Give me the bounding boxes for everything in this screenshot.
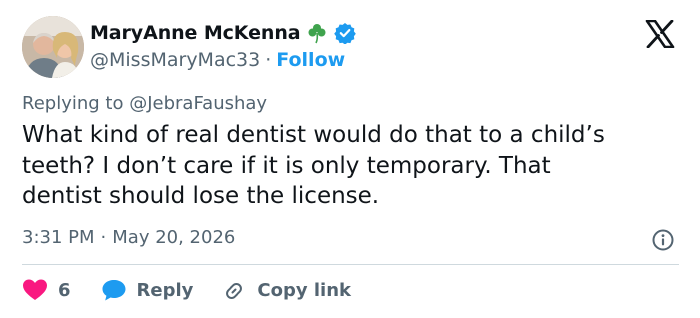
follow-button[interactable]: Follow xyxy=(276,49,345,71)
replying-to-label: Replying to xyxy=(22,93,124,114)
reply-mention-link[interactable]: @JebraFaushay xyxy=(129,93,267,114)
chat-bubble-icon xyxy=(101,278,127,302)
tweet-text-line: dentist should lose the license. xyxy=(22,183,380,209)
tweet-text-line: What kind of real dentist would do that … xyxy=(22,122,605,148)
name-row: MaryAnne McKenna xyxy=(90,20,357,46)
like-count: 6 xyxy=(58,279,71,301)
x-logo-icon[interactable] xyxy=(645,19,675,49)
copy-link-label: Copy link xyxy=(257,279,351,301)
replying-to: Replying to @JebraFaushay xyxy=(22,93,267,114)
reply-label: Reply xyxy=(136,279,194,301)
tweet-date: May 20, 2026 xyxy=(112,227,236,248)
reply-button[interactable]: Reply xyxy=(101,278,194,302)
shamrock-icon xyxy=(306,22,328,44)
separator-dot: · xyxy=(265,49,272,71)
avatar[interactable] xyxy=(22,16,84,78)
separator-dot: · xyxy=(100,227,107,248)
like-button[interactable]: 6 xyxy=(22,278,71,302)
action-bar: 6 Reply Copy link xyxy=(22,276,351,304)
timestamp[interactable]: 3:31 PM · May 20, 2026 xyxy=(22,227,235,248)
copy-link-button[interactable]: Copy link xyxy=(221,278,351,302)
tweet-card: MaryAnne McKenna @MissMaryMac33 · Follow… xyxy=(0,0,700,318)
verified-badge-icon xyxy=(334,22,357,45)
handle-row: @MissMaryMac33 · Follow xyxy=(90,47,345,73)
info-icon[interactable] xyxy=(651,228,675,252)
link-icon xyxy=(221,278,247,302)
heart-icon xyxy=(22,278,48,302)
divider xyxy=(22,264,679,265)
tweet-text-line: teeth? I don’t care if it is only tempor… xyxy=(22,152,551,179)
tweet-time: 3:31 PM xyxy=(22,227,95,248)
tweet-text: What kind of real dentist would do that … xyxy=(22,120,682,212)
user-handle[interactable]: @MissMaryMac33 xyxy=(90,49,260,71)
display-name[interactable]: MaryAnne McKenna xyxy=(90,22,301,44)
